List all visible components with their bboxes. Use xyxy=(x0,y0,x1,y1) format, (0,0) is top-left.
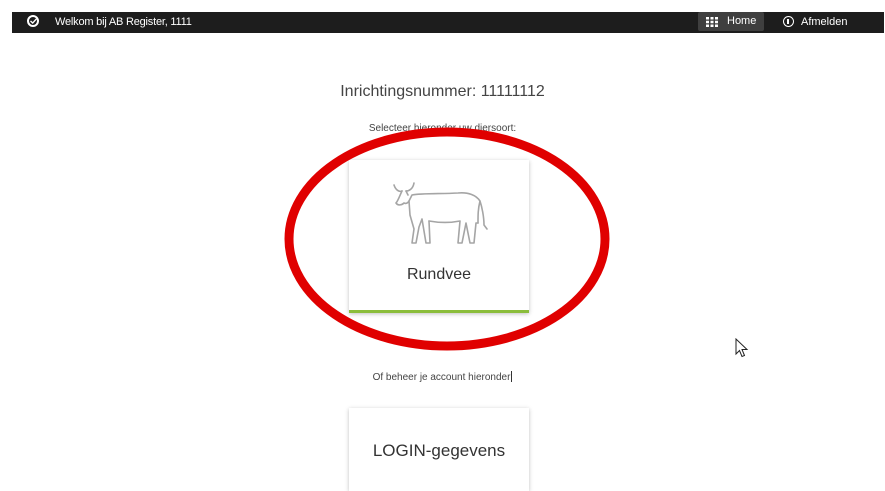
rundvee-card[interactable]: Rundvee xyxy=(349,160,529,313)
welcome-text: Welkom bij AB Register, 1111 xyxy=(55,16,192,28)
login-card[interactable]: LOGIN-gegevens xyxy=(349,408,529,491)
login-label: LOGIN-gegevens xyxy=(372,441,506,460)
grid-icon xyxy=(706,17,718,27)
logout-link[interactable]: Afmelden xyxy=(801,16,847,28)
top-bar: Welkom bij AB Register, 1111 Home Afmeld… xyxy=(12,12,884,33)
manage-account-text: Of beheer je account hieronder xyxy=(0,371,885,383)
home-button[interactable]: Home xyxy=(698,12,764,31)
page-title: Inrichtingsnummer: 11111112 xyxy=(340,83,545,100)
cow-icon xyxy=(393,182,488,244)
text-caret xyxy=(511,371,513,382)
mouse-cursor-icon xyxy=(735,338,749,358)
manage-account-label: Of beheer je account hieronder xyxy=(372,372,511,383)
check-circle-icon xyxy=(27,15,39,27)
info-icon[interactable] xyxy=(783,16,794,27)
rundvee-label: Rundvee xyxy=(406,266,472,283)
select-instruction: Selecteer hieronder uw diersoort: xyxy=(368,123,517,134)
home-label: Home xyxy=(727,15,757,27)
